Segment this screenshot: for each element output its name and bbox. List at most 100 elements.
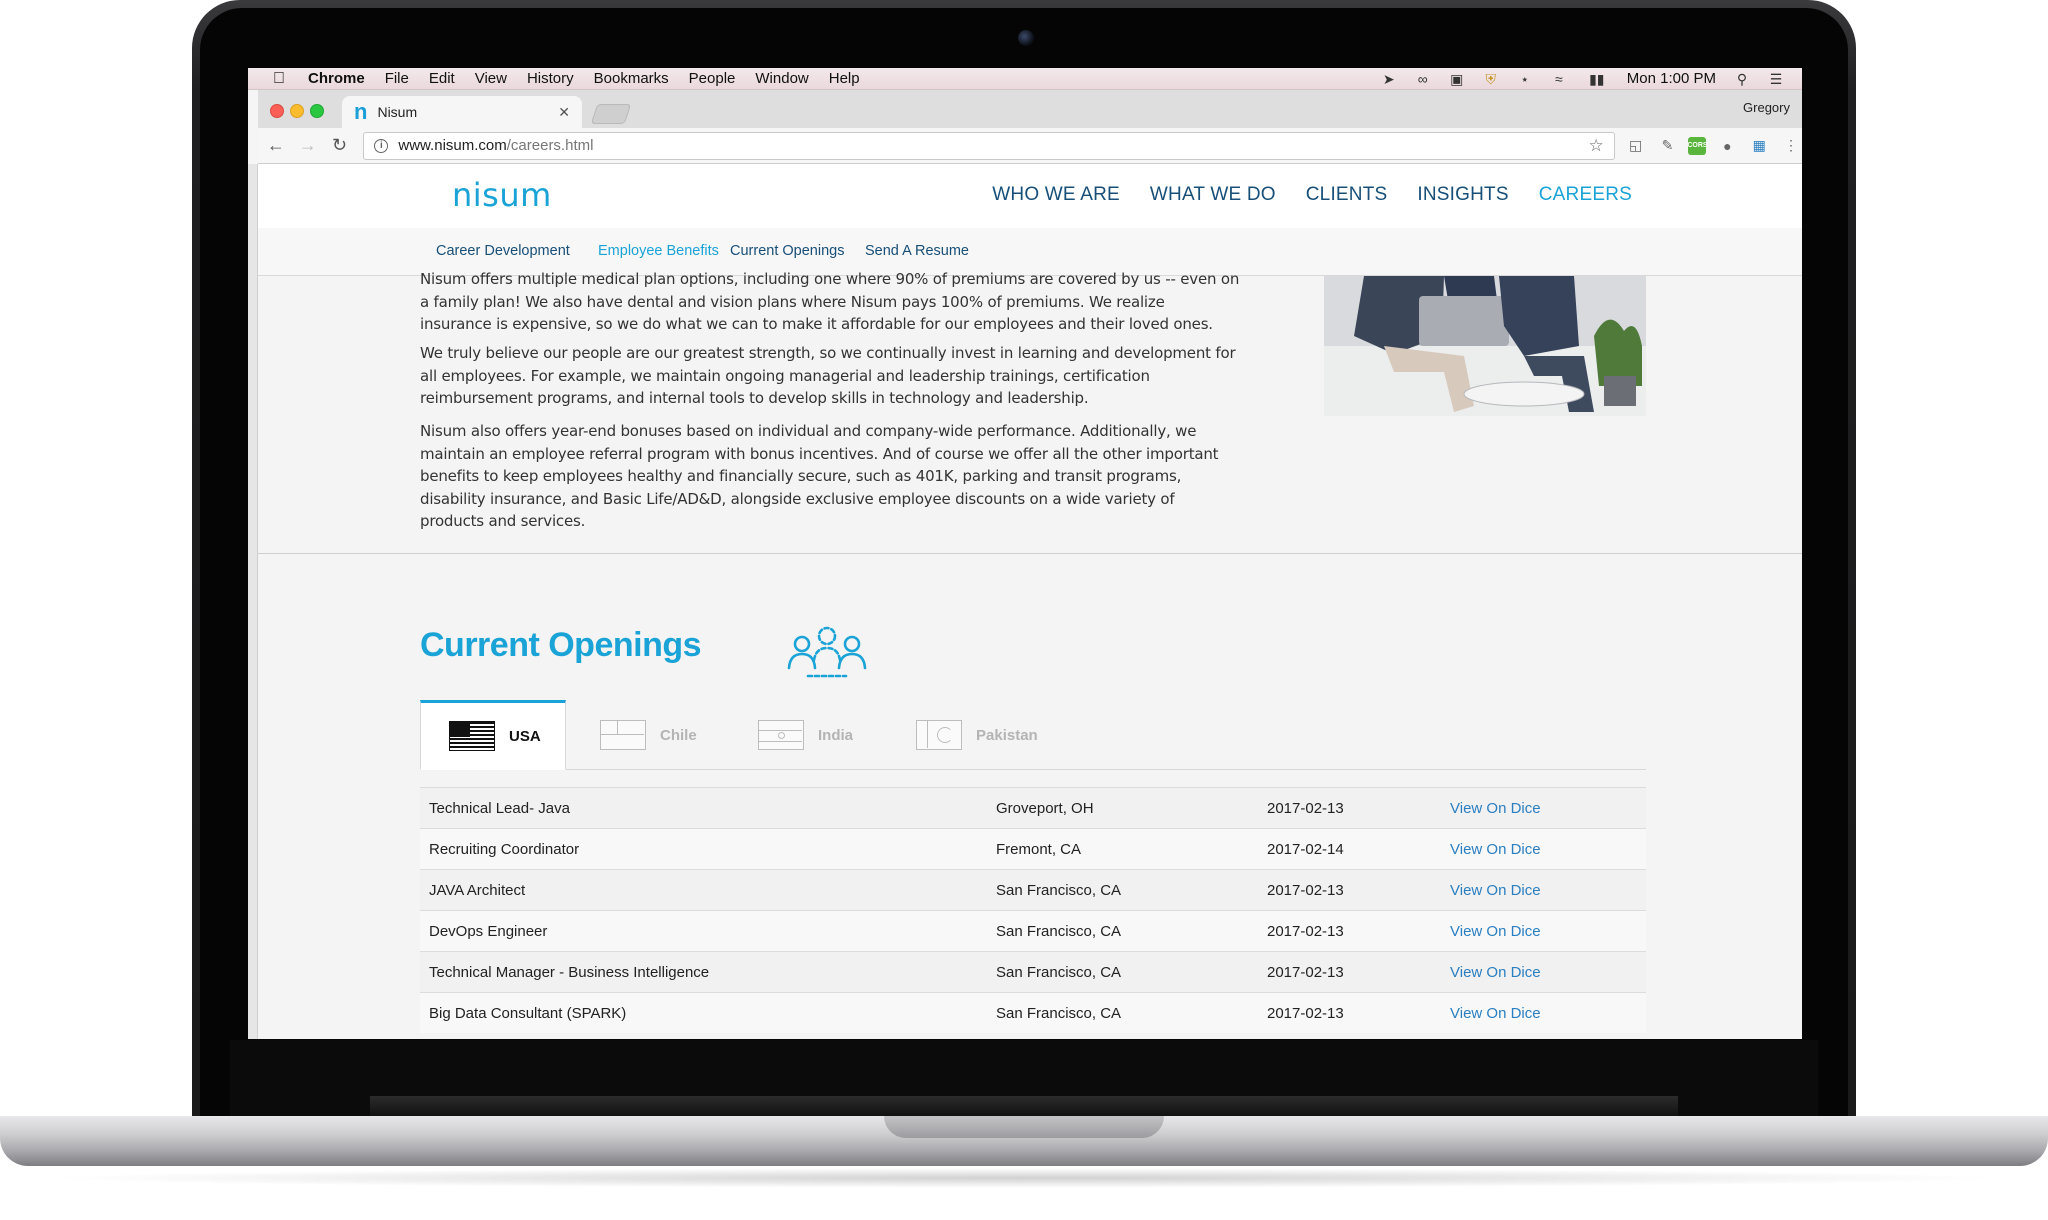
menu-edit[interactable]: Edit — [429, 70, 455, 87]
benefits-paragraph-bonuses: Nisum also offers year-end bonuses based… — [420, 422, 1219, 530]
chrome-menu-icon[interactable]: ⋮ — [1780, 135, 1802, 157]
address-bar[interactable]: i www.nisum.com/careers.html ☆ — [363, 131, 1615, 160]
job-row: Technical Manager - Business Intelligenc… — [420, 951, 1646, 992]
nisum-favicon-icon: n — [354, 99, 368, 124]
job-row: JAVA Architect San Francisco, CA 2017-02… — [420, 869, 1646, 910]
tab-pakistan[interactable]: Pakistan — [916, 700, 1038, 770]
extension-dot-icon[interactable]: ● — [1716, 135, 1738, 157]
nav-what-we-do[interactable]: WHAT WE DO — [1150, 184, 1276, 206]
benefits-photo — [1324, 276, 1646, 416]
tab-close-icon[interactable]: ✕ — [558, 104, 570, 121]
job-row: DevOps Engineer San Francisco, CA 2017-0… — [420, 910, 1646, 951]
job-date: 2017-02-13 — [1267, 1004, 1344, 1022]
view-on-dice-link[interactable]: View On Dice — [1450, 1005, 1541, 1022]
window-zoom-button[interactable] — [310, 104, 324, 118]
chile-flag-icon — [600, 720, 646, 750]
job-location: San Francisco, CA — [996, 881, 1122, 899]
view-on-dice-link[interactable]: View On Dice — [1450, 964, 1541, 981]
main-nav: WHO WE ARE WHAT WE DO CLIENTS INSIGHTS C… — [992, 184, 1632, 206]
view-on-dice-link[interactable]: View On Dice — [1450, 923, 1541, 940]
reload-icon[interactable]: ↻ — [326, 135, 354, 156]
window-minimize-button[interactable] — [290, 104, 304, 118]
site-header: nisum WHO WE ARE WHAT WE DO CLIENTS INSI… — [258, 164, 1802, 228]
profile-name[interactable]: Gregory — [1743, 100, 1790, 115]
job-date: 2017-02-13 — [1267, 922, 1344, 940]
menu-help[interactable]: Help — [829, 70, 860, 87]
section-divider — [258, 553, 1802, 554]
menu-app-name[interactable]: Chrome — [308, 70, 365, 87]
menu-view[interactable]: View — [475, 70, 507, 87]
view-on-dice-link[interactable]: View On Dice — [1450, 800, 1541, 817]
location-arrow-icon[interactable]: ➤ — [1381, 72, 1397, 86]
cast-icon[interactable]: ◱ — [1625, 135, 1647, 157]
job-location: Groveport, OH — [996, 799, 1094, 817]
spotlight-search-icon[interactable]: ⚲ — [1734, 72, 1750, 86]
forward-arrow-icon[interactable]: → — [294, 135, 322, 156]
battery-icon[interactable]: ▮▮ — [1585, 72, 1609, 86]
bluetooth-icon[interactable]: ⋆ — [1517, 72, 1533, 86]
usa-flag-icon — [449, 721, 495, 751]
job-title: Recruiting Coordinator — [429, 840, 580, 858]
back-arrow-icon[interactable]: ← — [262, 135, 290, 156]
wifi-icon[interactable]: ≈ — [1551, 72, 1567, 86]
benefits-paragraph-development: We truly believe our people are our grea… — [420, 344, 1236, 407]
screen:  Chrome File Edit View History Bookmark… — [248, 68, 1802, 1039]
notification-center-icon[interactable]: ☰ — [1768, 72, 1784, 86]
current-openings-title: Current Openings — [420, 626, 702, 664]
laptop-notch — [884, 1116, 1164, 1138]
new-tab-button[interactable] — [590, 104, 632, 124]
browser-tab-nisum[interactable]: n Nisum ✕ — [342, 96, 582, 128]
nav-careers[interactable]: CAREERS — [1539, 184, 1632, 206]
laptop-shadow — [40, 1168, 2008, 1188]
team-icon — [787, 626, 867, 678]
site-info-icon[interactable]: i — [374, 138, 389, 153]
view-on-dice-link[interactable]: View On Dice — [1450, 882, 1541, 899]
menu-bookmarks[interactable]: Bookmarks — [594, 70, 669, 87]
subnav-current-openings[interactable]: Current Openings — [730, 243, 844, 259]
laptop-hinge — [370, 1096, 1678, 1116]
camera-icon — [1018, 30, 1034, 46]
web-page: nisum WHO WE ARE WHAT WE DO CLIENTS INSI… — [258, 164, 1802, 1039]
view-on-dice-link[interactable]: View On Dice — [1450, 841, 1541, 858]
tab-pakistan-label: Pakistan — [976, 726, 1038, 744]
bookmark-star-icon[interactable]: ☆ — [1589, 136, 1604, 156]
subnav-career-development[interactable]: Career Development — [436, 243, 570, 259]
menu-people[interactable]: People — [689, 70, 736, 87]
creative-cloud-icon[interactable]: ∞ — [1415, 72, 1431, 86]
eyedropper-icon[interactable]: ✎ — [1657, 135, 1679, 157]
url-host: www.nisum.com — [398, 137, 507, 154]
job-openings-table: Technical Lead- Java Groveport, OH 2017-… — [420, 787, 1646, 1033]
tab-india[interactable]: India — [758, 700, 853, 770]
job-title: Technical Manager - Business Intelligenc… — [429, 963, 710, 981]
menubar-clock[interactable]: Mon 1:00 PM — [1627, 70, 1716, 87]
tab-chile[interactable]: Chile — [600, 700, 697, 770]
menu-file[interactable]: File — [385, 70, 409, 87]
apple-menu-icon[interactable]:  — [268, 70, 290, 88]
job-title: Technical Lead- Java — [429, 799, 570, 817]
subnav-employee-benefits[interactable]: Employee Benefits — [598, 243, 719, 259]
nav-clients[interactable]: CLIENTS — [1306, 184, 1388, 206]
job-date: 2017-02-14 — [1267, 840, 1344, 858]
nisum-logo[interactable]: nisum — [452, 176, 552, 214]
pakistan-flag-icon — [916, 720, 962, 750]
job-location: San Francisco, CA — [996, 1004, 1122, 1022]
job-row: Big Data Consultant (SPARK) San Francisc… — [420, 992, 1646, 1033]
display-icon[interactable]: ▣ — [1449, 72, 1465, 86]
window-close-button[interactable] — [270, 104, 284, 118]
menu-window[interactable]: Window — [755, 70, 808, 87]
shield-icon[interactable]: ⛨ — [1483, 72, 1499, 86]
job-row: Recruiting Coordinator Fremont, CA 2017-… — [420, 828, 1646, 869]
job-location: San Francisco, CA — [996, 963, 1122, 981]
cors-extension-icon[interactable]: CORS — [1687, 136, 1708, 155]
window-extension-icon[interactable]: ▦ — [1748, 135, 1770, 157]
url-path: /careers.html — [506, 137, 594, 154]
subnav-send-a-resume[interactable]: Send A Resume — [865, 243, 969, 259]
job-date: 2017-02-13 — [1267, 881, 1344, 899]
nav-insights[interactable]: INSIGHTS — [1417, 184, 1508, 206]
tab-usa[interactable]: USA — [420, 700, 566, 770]
tab-chile-label: Chile — [660, 726, 697, 744]
menubar-status-area: ➤ ∞ ▣ ⛨ ⋆ ≈ ▮▮ Mon 1:00 PM ⚲ ☰ — [1381, 70, 1802, 87]
job-row: Technical Lead- Java Groveport, OH 2017-… — [420, 787, 1646, 828]
nav-who-we-are[interactable]: WHO WE ARE — [992, 184, 1120, 206]
menu-history[interactable]: History — [527, 70, 574, 87]
